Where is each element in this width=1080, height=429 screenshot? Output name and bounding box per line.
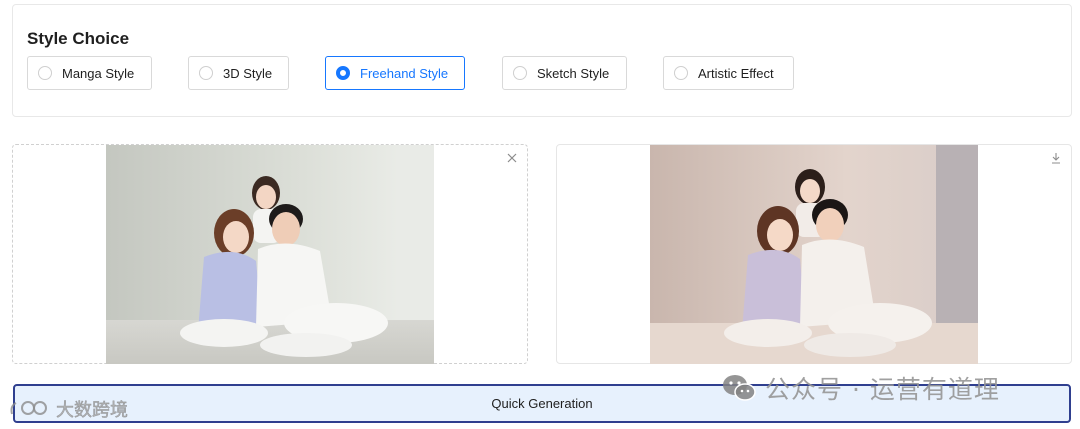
watermark-left-text: 大数跨境 — [56, 400, 129, 422]
style-option-freehand[interactable]: Freehand Style — [325, 56, 465, 90]
watermark-left: 大数跨境 — [8, 396, 128, 422]
wechat-icon — [723, 375, 756, 401]
radio-freehand[interactable] — [336, 66, 350, 80]
upload-panel[interactable] — [12, 144, 528, 364]
style-option-label: Artistic Effect — [698, 65, 774, 81]
close-icon[interactable] — [505, 151, 519, 165]
style-choice-title: Style Choice — [27, 29, 130, 48]
style-option-artistic[interactable]: Artistic Effect — [663, 56, 794, 90]
radio-manga[interactable] — [38, 66, 52, 80]
quick-generation-label: Quick Generation — [491, 396, 593, 411]
style-option-label: 3D Style — [223, 65, 273, 81]
watermark-right-text: 公众号 · 运营有道理 — [765, 375, 1000, 404]
style-option-label: Manga Style — [62, 65, 135, 81]
style-option-label: Freehand Style — [360, 65, 449, 81]
watermark-logo-icon — [10, 401, 47, 415]
radio-sketch[interactable] — [513, 66, 527, 80]
style-option-3d[interactable]: 3D Style — [188, 56, 289, 90]
watermark-right: 公众号 · 运营有道理 — [721, 370, 1000, 406]
style-option-manga[interactable]: Manga Style — [27, 56, 152, 90]
result-photo — [650, 145, 978, 364]
radio-artistic[interactable] — [674, 66, 688, 80]
source-photo — [106, 145, 434, 364]
download-icon[interactable] — [1049, 151, 1063, 165]
style-option-label: Sketch Style — [537, 65, 610, 81]
result-panel — [556, 144, 1072, 364]
radio-3d[interactable] — [199, 66, 213, 80]
style-option-sketch[interactable]: Sketch Style — [502, 56, 627, 90]
app-root: Style Choice Manga Style 3D Style Freeha… — [0, 0, 1080, 429]
style-choice-card: Style Choice Manga Style 3D Style Freeha… — [12, 4, 1072, 117]
